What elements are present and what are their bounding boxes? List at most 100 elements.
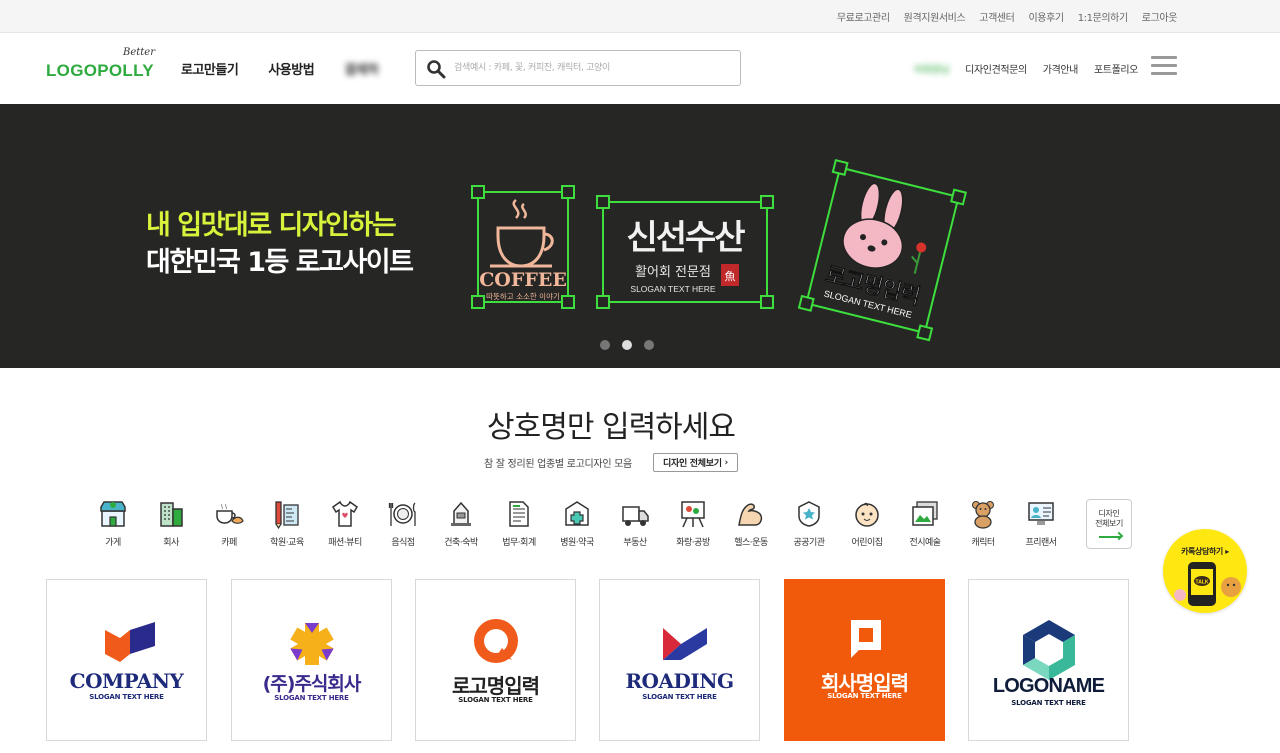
logo-card-orange[interactable]: 회사명입력 SLOGAN TEXT HERE [784,579,945,741]
category-public[interactable]: 공공기관 [780,497,838,548]
search-input[interactable] [454,57,734,79]
category-medical[interactable]: 병원·약국 [548,497,606,548]
speech-bubble-logo-icon [474,619,518,663]
category-label: 카페 [221,538,237,548]
logo-card-logoname-ko[interactable]: 로고명입력 SLOGAN TEXT HERE [415,579,576,741]
category-education[interactable]: 학원·교육 [258,497,316,548]
main-nav: 로고만들기 사용방법 결제하 [181,33,409,104]
link-design-quote[interactable]: 디자인견적문의 [965,61,1027,76]
logo-card-logoname[interactable]: LOGONAME SLOGAN TEXT HERE [968,579,1129,741]
card-logo-name: (주)주식회사 [262,673,362,695]
link-portfolio[interactable]: 포트폴리오 [1094,61,1138,76]
link-logout[interactable]: 로그아웃 [1142,9,1178,24]
category-freelancer[interactable]: 프리랜서 [1012,497,1070,548]
arrow-right-icon [1099,536,1121,538]
nav-how-to-use[interactable]: 사용방법 [268,59,314,78]
card-logo-slogan: SLOGAN TEXT HERE [274,694,349,702]
category-view-all-label-1: 디자인 [1098,509,1120,518]
category-store[interactable]: 가게 [84,497,142,548]
category-label: 음식점 [391,538,415,548]
category-label: 가게 [105,538,121,548]
site-logo[interactable]: Better LOGOPOLLY [46,47,156,91]
kakao-chat-button[interactable]: 카톡상담하기 ▸ TALK [1163,529,1247,613]
carousel-dot-3[interactable] [644,340,654,350]
hero-banner[interactable]: 내 입맛대로 디자인하는 대한민국 1등 로고사이트 COFFEE 따뜻하고 소… [0,104,1280,368]
card-logo-name: LOGONAME [992,675,1105,697]
ribbon-logo-icon [663,628,707,660]
category-label: 캐릭터 [971,538,995,548]
carousel-dot-2[interactable] [622,340,632,350]
carousel-dots [600,340,666,350]
category-label: 건축·숙박 [444,538,478,548]
seafood-title: 신선수산 [626,218,745,258]
category-cafe[interactable]: 카페 [200,497,258,548]
category-gallery[interactable]: 화랑·공방 [664,497,722,548]
link-remote-support[interactable]: 원격지원서비스 [904,9,966,24]
card-logo-slogan: SLOGAN TEXT HERE [1011,699,1086,707]
muscle-arm-icon [738,503,763,526]
easel-icon [681,501,705,528]
carousel-dot-1[interactable] [600,340,610,350]
category-character[interactable]: 캐릭터 [954,497,1012,548]
category-view-all-button[interactable]: 디자인 전체보기 [1086,499,1132,549]
kakao-talk-phone-icon: TALK [1174,562,1241,606]
link-customer-center[interactable]: 고객센터 [979,9,1015,24]
nav-make-logo[interactable]: 로고만들기 [181,59,239,78]
category-label: 프리랜서 [1025,538,1057,548]
category-real-estate[interactable]: 부동산 [606,497,664,548]
category-label: 법무·회계 [502,538,536,548]
hero-headline-1: 내 입맛대로 디자인하는 [146,210,397,241]
utility-links: 무료로고관리 원격지원서비스 고객센터 이용후기 1:1문의하기 로그아웃 [823,0,1178,33]
search-icon[interactable] [426,59,446,79]
hamburger-menu-icon[interactable] [1151,56,1177,78]
view-all-designs-label: 디자인 전체보기 [663,459,722,469]
card-logo-name: COMPANY [69,669,184,693]
user-name-blurred[interactable]: 비회원님 [914,61,950,76]
section-title: 상호명만 입력하세요 [487,410,736,445]
asterisk-logo-icon [290,623,334,665]
category-label: 부동산 [623,538,647,548]
main-header: Better LOGOPOLLY 로고만들기 사용방법 결제하 비회원님 디자인… [0,33,1280,104]
category-label: 공공기관 [793,538,825,548]
category-view-all-label-2: 전체보기 [1095,519,1123,528]
store-icon [100,501,126,527]
coffee-cup-icon [496,226,554,268]
card-logo-slogan: SLOGAN TEXT HERE [642,693,717,701]
card-logo-slogan: SLOGAN TEXT HERE [89,693,164,701]
category-architecture[interactable]: 건축·숙박 [432,497,490,548]
category-daycare[interactable]: 어린이집 [838,497,896,548]
logo-card-roading[interactable]: ROADING SLOGAN TEXT HERE [599,579,760,741]
link-free-logo-manage[interactable]: 무료로고관리 [837,9,890,24]
hero-logo-samples-illustration: COFFEE 따뜻하고 소소한 이야기 신선수산 활어회 전문점 魚 SLOGA… [471,159,968,342]
link-inquiry[interactable]: 1:1문의하기 [1078,9,1129,24]
kakao-talk-text: TALK [1196,580,1209,586]
category-fashion[interactable]: 패션·뷰티 [316,497,374,548]
nav-blurred-item[interactable]: 결제하 [344,59,379,78]
category-restaurant[interactable]: 음식점 [374,497,432,548]
category-company[interactable]: 회사 [142,497,200,548]
rabbit-logo-sample: 로고명입력 SLOGAN TEXT HERE [797,159,968,342]
tshirt-icon [332,500,358,527]
logo-card-corporation[interactable]: (주)주식회사 SLOGAN TEXT HERE [231,579,392,741]
link-reviews[interactable]: 이용후기 [1028,9,1064,24]
link-pricing[interactable]: 가격안내 [1043,61,1079,76]
flower-icon [911,242,927,274]
category-exhibition[interactable]: 전시예술 [896,497,954,548]
medical-kit-icon [565,501,589,526]
category-legal[interactable]: 법무·회계 [490,497,548,548]
card-logo-name: ROADING [625,669,734,693]
seafood-subtitle: 활어회 전문점 [635,265,711,280]
card-logo-name: 로고명입력 [452,674,540,698]
badge-star-icon [798,501,820,527]
top-utility-bar: 무료로고관리 원격지원서비스 고객센터 이용후기 1:1문의하기 로그아웃 [0,0,1280,33]
category-label: 패션·뷰티 [328,538,362,548]
category-fitness[interactable]: 헬스·운동 [722,497,780,548]
logo-card-company[interactable]: COMPANY SLOGAN TEXT HERE [46,579,207,741]
category-label: 학원·교육 [270,538,304,548]
baby-face-icon [855,502,879,527]
coffee-subtitle: 따뜻하고 소소한 이야기 [486,291,560,301]
view-all-designs-button[interactable]: 디자인 전체보기 › [653,453,738,472]
card-logo-slogan: SLOGAN TEXT HERE [827,692,902,700]
frame-bubble-logo-icon [851,620,881,658]
category-list: 가게 회사 카페 학원·교육 패션·뷰티 음식점 건축·숙박 법무·회계 병원·… [84,497,1084,557]
